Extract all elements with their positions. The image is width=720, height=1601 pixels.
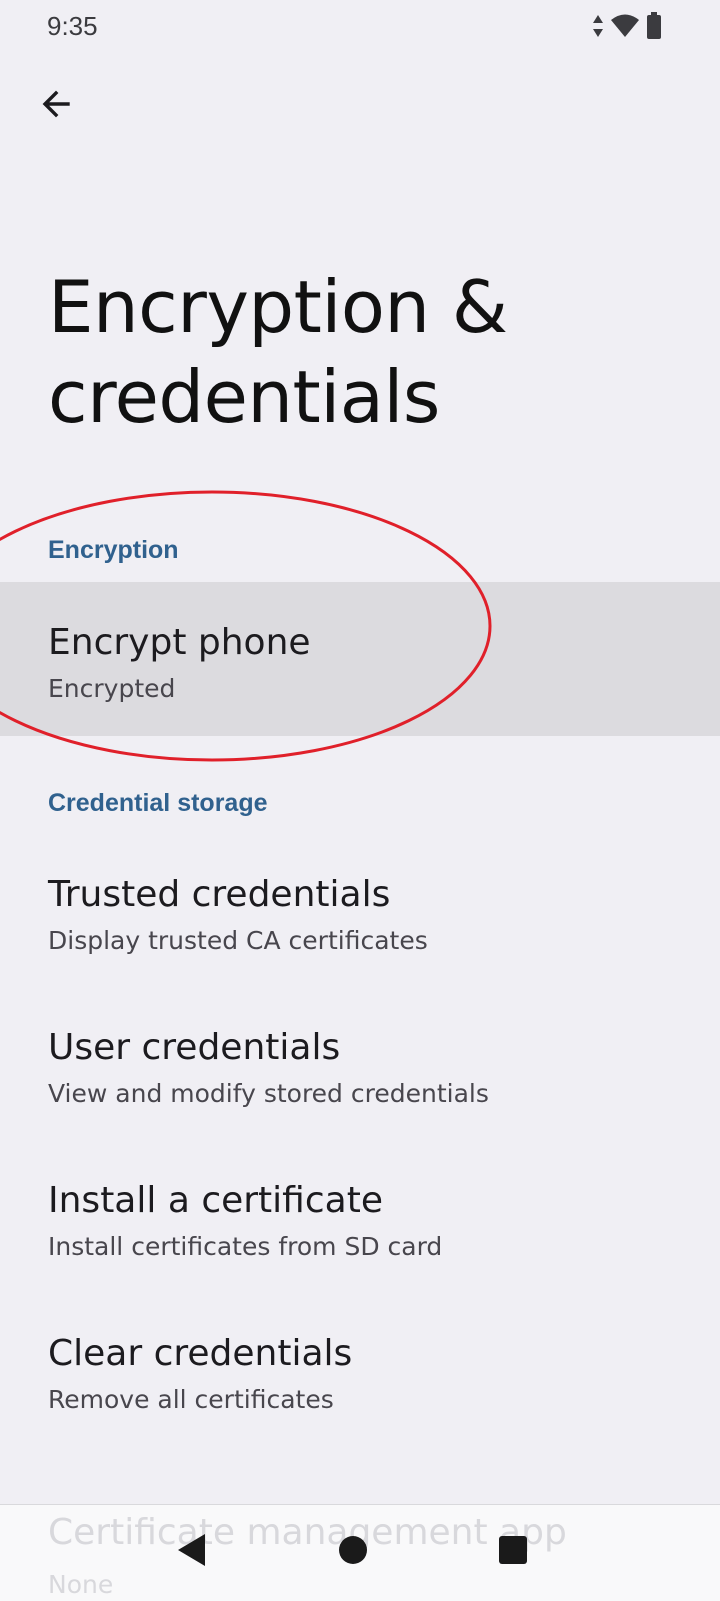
nav-recents-button[interactable] <box>485 1524 541 1580</box>
pref-title: Install a certificate <box>48 1180 383 1221</box>
page-title: Encryption & credentials <box>48 265 508 439</box>
battery-icon <box>646 12 662 45</box>
section-header-encryption: Encryption <box>48 536 179 564</box>
nav-back-triangle-icon <box>175 1532 209 1573</box>
pref-summary: None <box>48 1570 114 1599</box>
section-header-credential-storage: Credential storage <box>48 789 268 817</box>
nav-back-button[interactable] <box>164 1524 220 1580</box>
pref-user-credentials[interactable]: User credentials View and modify stored … <box>0 989 720 1143</box>
pref-summary: Encrypted <box>48 674 176 703</box>
pref-summary: Remove all certificates <box>48 1385 334 1414</box>
pref-clear-credentials[interactable]: Clear credentials Remove all certificate… <box>0 1295 720 1449</box>
nav-recents-square-icon <box>498 1535 528 1570</box>
pref-certificate-management-app[interactable]: Certificate management app None <box>48 1504 720 1600</box>
pref-title: User credentials <box>48 1027 341 1068</box>
back-button[interactable] <box>26 78 86 134</box>
arrow-back-icon <box>38 86 74 127</box>
pref-title: Clear credentials <box>48 1333 353 1374</box>
pref-encrypt-phone[interactable]: Encrypt phone Encrypted <box>0 582 720 736</box>
pref-trusted-credentials[interactable]: Trusted credentials Display trusted CA c… <box>0 836 720 990</box>
status-icons <box>592 12 662 45</box>
wifi-icon <box>610 13 640 44</box>
pref-title: Encrypt phone <box>48 622 311 663</box>
pref-summary: View and modify stored credentials <box>48 1079 489 1108</box>
pref-title: Trusted credentials <box>48 874 391 915</box>
status-bar: 9:35 <box>0 0 720 56</box>
nav-home-circle-icon <box>338 1535 368 1570</box>
nav-home-button[interactable] <box>325 1524 381 1580</box>
pref-summary: Display trusted CA certificates <box>48 926 428 955</box>
pref-install-certificate[interactable]: Install a certificate Install certificat… <box>0 1142 720 1296</box>
data-arrows-icon <box>592 13 604 44</box>
pref-summary: Install certificates from SD card <box>48 1232 443 1261</box>
status-time: 9:35 <box>47 11 98 41</box>
